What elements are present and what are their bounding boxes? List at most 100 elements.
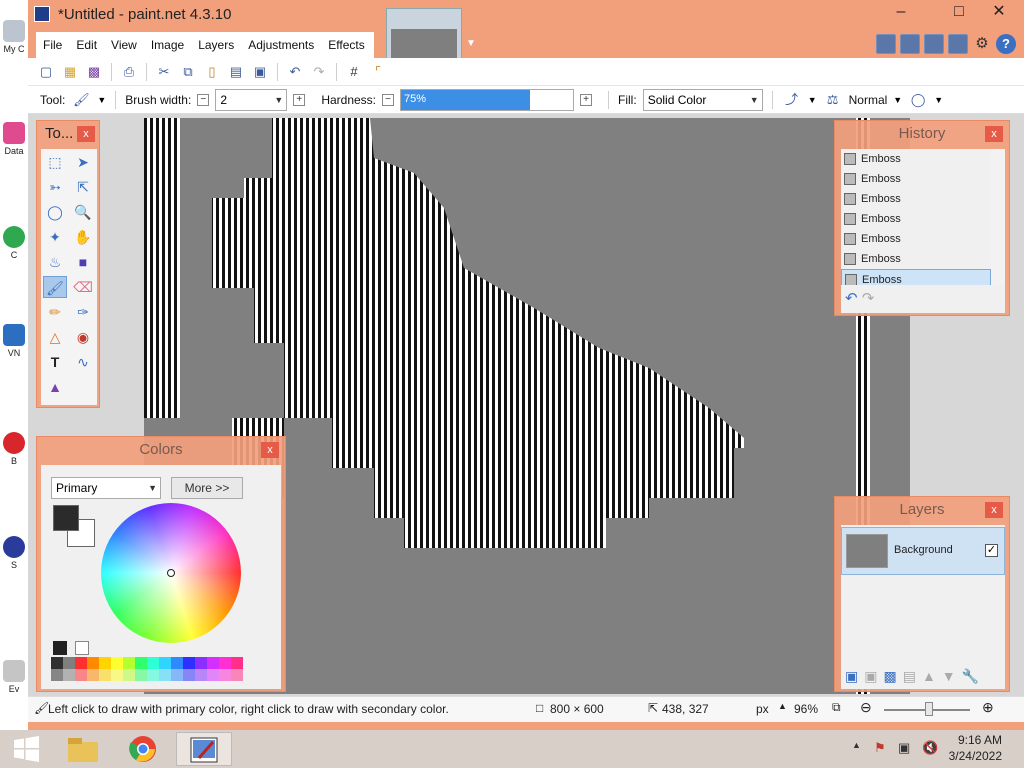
palette-swatch[interactable] [99, 657, 111, 669]
clock-date[interactable]: 3/24/2022 [949, 749, 1002, 763]
tray-overflow-icon[interactable]: ▲ [852, 740, 861, 750]
desktop-icon-c[interactable]: C [0, 226, 28, 276]
close-button[interactable]: ✕ [984, 2, 1014, 24]
antialiasing-icon[interactable]: ⤴ [782, 90, 802, 110]
volume-muted-icon[interactable]: 🔇 [922, 740, 938, 756]
desktop-icon-s[interactable]: S [0, 536, 28, 586]
clone-stamp-icon[interactable]: △ [43, 326, 67, 348]
palette-swatch[interactable] [231, 669, 243, 681]
move-selected-icon[interactable]: ⇱ [71, 176, 95, 198]
palette-swatch[interactable] [219, 657, 231, 669]
title-bar[interactable]: *Untitled - paint.net 4.3.10 ‒ □ ✕ [28, 0, 1024, 32]
zoom-level[interactable]: 96% [794, 702, 818, 716]
move-layer-down-icon[interactable]: ▼ [942, 668, 956, 685]
save-icon[interactable]: ▩ [84, 62, 104, 82]
redo-icon[interactable]: ↷ [309, 62, 329, 82]
rectangle-select-icon[interactable]: ⬚ [43, 151, 67, 173]
palette-swatch[interactable] [87, 669, 99, 681]
units-dropdown-icon[interactable]: ▲ [778, 701, 787, 711]
menu-edit[interactable]: Edit [69, 38, 104, 52]
palette-swatch[interactable] [159, 657, 171, 669]
move-layer-up-icon[interactable]: ▲ [922, 668, 936, 685]
palette-swatch[interactable] [51, 669, 63, 681]
menu-adjustments[interactable]: Adjustments [241, 38, 321, 52]
text-icon[interactable]: T [43, 351, 67, 373]
brush-width-decrease-button[interactable]: − [197, 93, 210, 106]
gradient-icon[interactable]: ■ [71, 251, 95, 273]
desktop-icon-ev[interactable]: Ev [0, 660, 28, 710]
duplicate-layer-icon[interactable]: ▩ [883, 668, 896, 685]
crop-icon[interactable]: ▤ [226, 62, 246, 82]
history-redo-icon[interactable]: ↷ [862, 290, 875, 307]
print-icon[interactable]: ⎙ [119, 62, 139, 82]
new-file-icon[interactable]: ▢ [36, 62, 56, 82]
palette-swatch[interactable] [75, 657, 87, 669]
reset-colors-icon[interactable] [53, 641, 67, 655]
menu-file[interactable]: File [36, 38, 69, 52]
selection-mode-dropdown-icon[interactable]: ▼ [934, 95, 943, 105]
colors-toggle-icon[interactable] [948, 34, 968, 54]
hardness-slider[interactable]: 75% [400, 88, 575, 111]
deselect-icon[interactable]: ▣ [250, 62, 270, 82]
menu-image[interactable]: Image [144, 38, 191, 52]
help-icon[interactable]: ? [996, 34, 1016, 54]
units-selector[interactable]: px [756, 702, 769, 716]
cut-icon[interactable]: ✂ [154, 62, 174, 82]
antialiasing-dropdown-icon[interactable]: ▼ [808, 95, 817, 105]
layers-panel-close-button[interactable]: x [985, 502, 1003, 518]
palette-swatch[interactable] [207, 669, 219, 681]
color-mode-combo[interactable]: Primary ▼ [51, 477, 161, 499]
brush-width-combo[interactable]: 2 ▼ [215, 88, 288, 111]
menu-layers[interactable]: Layers [191, 38, 241, 52]
palette-swatch[interactable] [111, 669, 123, 681]
recolor-icon[interactable]: ◉ [71, 326, 95, 348]
paint-bucket-icon[interactable]: ♨ [43, 251, 67, 273]
color-picker-icon[interactable]: ✑ [71, 301, 95, 323]
blend-mode-icon[interactable]: ⚖ [823, 90, 843, 110]
palette-swatch[interactable] [207, 657, 219, 669]
desktop-icon-data[interactable]: Data [0, 122, 28, 172]
undo-icon[interactable]: ↶ [285, 62, 305, 82]
desktop-icon-b[interactable]: B [0, 432, 28, 482]
grid-icon[interactable]: # [344, 62, 364, 82]
palette-swatch[interactable] [87, 657, 99, 669]
palette-swatch[interactable] [63, 669, 75, 681]
open-folder-icon[interactable]: ▦ [60, 62, 80, 82]
history-item[interactable]: Emboss [841, 209, 991, 229]
palette-menu-icon[interactable] [75, 641, 89, 655]
taskbar-chrome[interactable] [118, 732, 174, 766]
palette-swatch[interactable] [195, 657, 207, 669]
palette-swatch[interactable] [219, 669, 231, 681]
gear-icon[interactable]: ⚙ [972, 34, 992, 54]
delete-layer-icon[interactable]: ▣ [864, 668, 877, 685]
palette-swatch[interactable] [135, 657, 147, 669]
hardness-increase-button[interactable]: + [580, 93, 593, 106]
palette-swatch[interactable] [51, 657, 63, 669]
palette-swatch[interactable] [123, 669, 135, 681]
tools-panel-close-button[interactable]: x [77, 126, 95, 142]
ellipse-select-icon[interactable]: ◯ [43, 201, 67, 223]
tools-toggle-icon[interactable] [876, 34, 896, 54]
colors-panel-close-button[interactable]: x [261, 442, 279, 458]
eraser-icon[interactable]: ⌫ [71, 276, 95, 298]
action-center-flag-icon[interactable]: ⚑ [874, 740, 886, 756]
lasso-select-icon[interactable]: ➳ [43, 176, 67, 198]
pencil-icon[interactable]: ✏ [43, 301, 67, 323]
history-undo-icon[interactable]: ↶ [845, 290, 858, 307]
fill-combo[interactable]: Solid Color ▼ [642, 88, 763, 111]
palette-swatch[interactable] [159, 669, 171, 681]
history-item[interactable]: Emboss [841, 229, 991, 249]
palette-swatch[interactable] [75, 669, 87, 681]
brush-width-increase-button[interactable]: + [293, 93, 306, 106]
blend-mode-dropdown-icon[interactable]: ▼ [893, 95, 902, 105]
paste-icon[interactable]: ▯ [202, 62, 222, 82]
paintbrush-icon[interactable]: 🖌 [71, 90, 91, 110]
line-curve-icon[interactable]: ∿ [71, 351, 95, 373]
palette-swatch[interactable] [231, 657, 243, 669]
clock-time[interactable]: 9:16 AM [958, 733, 1002, 747]
zoom-in-icon[interactable]: ⊕ [982, 699, 994, 716]
palette-swatch[interactable] [135, 669, 147, 681]
desktop-icon-computer[interactable]: My C [0, 20, 28, 70]
selection-mode-icon[interactable]: ◯ [908, 90, 928, 110]
palette-swatch[interactable] [123, 657, 135, 669]
